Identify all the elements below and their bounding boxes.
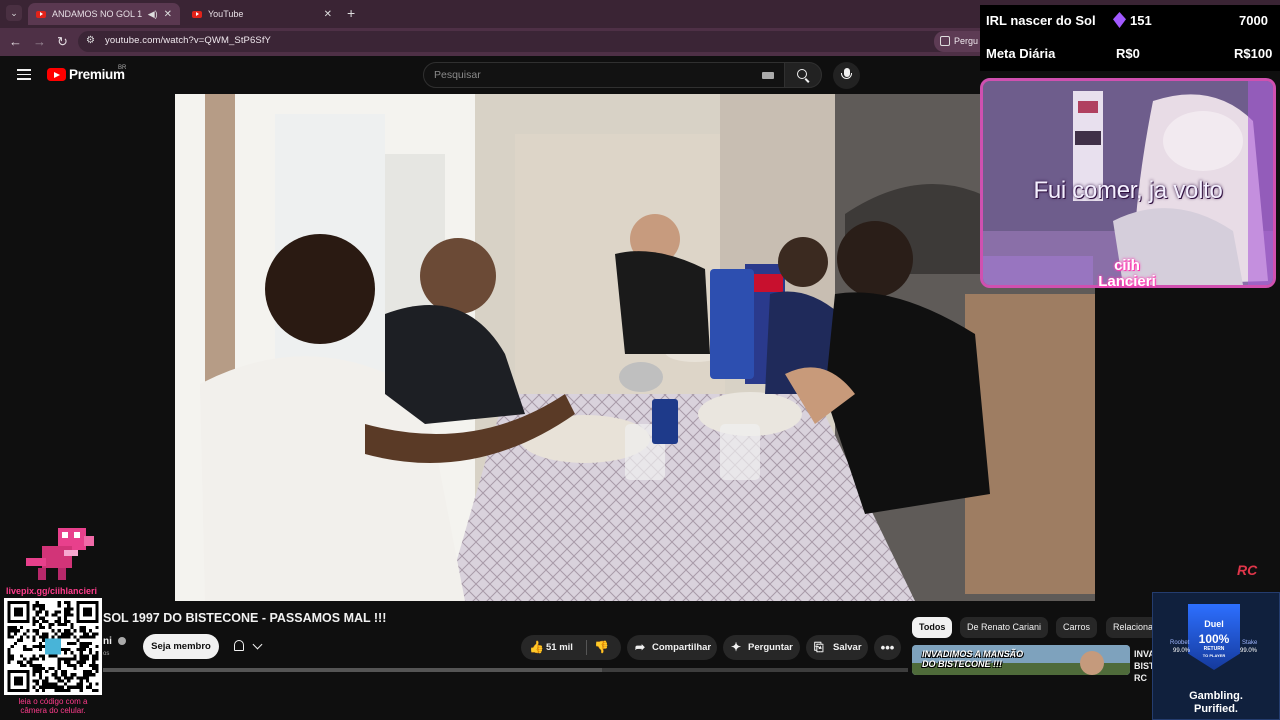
save-label: Salvar [833, 642, 862, 653]
voice-search-button[interactable] [833, 62, 860, 89]
thumbs-down-icon[interactable]: 👎 [594, 641, 609, 653]
bookmark-icon: ⎘ [814, 640, 824, 654]
speaker-icon[interactable]: ◀) [148, 9, 158, 20]
goal-label: IRL nascer do Sol [986, 13, 1096, 28]
reload-icon[interactable]: ↻ [57, 34, 68, 50]
streamer-name: ciih Lancieri [1098, 257, 1156, 290]
video-progress-bar[interactable] [103, 668, 908, 672]
keyboard-icon[interactable] [762, 72, 774, 79]
youtube-logo-text[interactable]: Premium [69, 67, 125, 82]
video-player[interactable] [175, 94, 1095, 601]
close-tab-icon[interactable]: ✕ [324, 9, 332, 20]
forward-icon[interactable]: → [33, 34, 46, 50]
address-bar[interactable]: ⚙ youtube.com/watch?v=QWM_StP6SfY [78, 31, 978, 52]
new-tab-icon[interactable]: + [347, 6, 355, 20]
qr-caption: leia o código com a câmera do celular. [18, 697, 88, 715]
youtube-logo-icon[interactable] [47, 68, 66, 81]
progress-fill [103, 668, 603, 672]
bell-icon [234, 640, 244, 651]
save-button[interactable]: ⎘ Salvar [806, 635, 868, 660]
ask-icon [940, 36, 950, 46]
daily-goal-current: R$0 [1116, 46, 1140, 61]
duel-return-label: RETURN [1203, 646, 1225, 652]
verified-badge-icon [118, 637, 126, 645]
search-placeholder: Pesquisar [434, 69, 481, 81]
share-icon: ➦ [635, 640, 646, 654]
search-icon [797, 69, 807, 79]
daily-goal-target: R$100 [1234, 46, 1273, 61]
search-button[interactable] [784, 62, 822, 88]
duel-title: Duel [1204, 619, 1224, 629]
video-title: SOL 1997 DO BISTECONE - PASSAMOS MAL !!! [103, 611, 387, 625]
duel-to-player: TO PLAYER [1202, 653, 1226, 658]
tab-title: YouTube [208, 9, 244, 19]
livepix-link: livepix.gg/ciihlancieri [6, 586, 98, 596]
more-actions-button[interactable]: ••• [874, 635, 901, 660]
share-label: Compartilhar [652, 642, 712, 653]
like-count[interactable]: 51 mil [546, 642, 573, 653]
daily-goal-label: Meta Diária [986, 46, 1056, 61]
channel-watermark: RC [1237, 562, 1258, 578]
browser-tab-video[interactable]: ANDAMOS NO GOL 1997 [ ◀) ✕ [28, 3, 180, 25]
chevron-down-icon [252, 639, 263, 650]
menu-icon[interactable] [17, 69, 31, 80]
share-button[interactable]: ➦ Compartilhar [627, 635, 717, 660]
duel-percent: 100% [1198, 632, 1230, 646]
like-dislike-group: 👍 51 mil 👎 [521, 635, 621, 660]
duel-right-pct: 99.0% [1240, 648, 1258, 654]
chip-channel[interactable]: De Renato Cariani [960, 617, 1049, 638]
goal-target: 7000 [1239, 13, 1268, 28]
duel-tagline-1: Gambling. [1189, 690, 1243, 702]
recommended-video-thumbnail[interactable]: INVADIMOS A MANSÃO DO BISTECONE !!! [912, 645, 1130, 675]
chip-todos[interactable]: Todos [912, 617, 953, 638]
tab-search-icon[interactable]: ⌄ [6, 5, 22, 21]
thumbnail-caption: INVADIMOS A MANSÃO DO BISTECONE !!! [922, 649, 1024, 669]
ask-ai-label: Perguntar [748, 642, 793, 653]
browser-tab-youtube[interactable]: YouTube ✕ [184, 3, 340, 25]
ask-label: Pergu [954, 36, 979, 46]
chip-carros[interactable]: Carros [1056, 617, 1098, 638]
join-button[interactable]: Seja membro [143, 634, 219, 659]
duel-right-label: Stake [1242, 640, 1258, 646]
site-info-icon[interactable]: ⚙ [86, 35, 98, 47]
ask-ai-button[interactable]: ✦ Perguntar [723, 635, 800, 660]
subscriber-count: os [103, 651, 110, 657]
duel-left-label: Roobet [1170, 640, 1190, 646]
tab-title: ANDAMOS NO GOL 1997 [ [52, 9, 142, 19]
search-input[interactable]: Pesquisar [423, 62, 785, 88]
thumbs-up-icon[interactable]: 👍 [529, 641, 544, 653]
webcam-status-text: Fui comer, ja volto [1033, 177, 1223, 204]
region-code: BR [118, 65, 127, 71]
channel-name[interactable]: ni [103, 636, 112, 647]
divider [586, 640, 587, 655]
duel-tagline-2: Purified. [1193, 703, 1238, 715]
screen: ⌄ ANDAMOS NO GOL 1997 [ ◀) ✕ YouTube ✕ +… [0, 0, 1280, 720]
video-frame [175, 94, 1095, 601]
pixel-mascot-icon [26, 528, 94, 580]
sparkle-icon: ✦ [731, 640, 742, 654]
close-tab-icon[interactable]: ✕ [164, 9, 172, 20]
youtube-favicon-icon [192, 10, 202, 18]
qr-code [4, 598, 102, 695]
notifications-button[interactable] [226, 634, 274, 659]
duel-left-pct: 99.0% [1173, 648, 1191, 654]
youtube-favicon-icon [36, 10, 46, 18]
url-text: youtube.com/watch?v=QWM_StP6SfY [105, 35, 271, 46]
back-icon[interactable]: ← [9, 34, 22, 50]
qr-code-image [7, 601, 99, 692]
goal-count: 151 [1130, 13, 1152, 28]
